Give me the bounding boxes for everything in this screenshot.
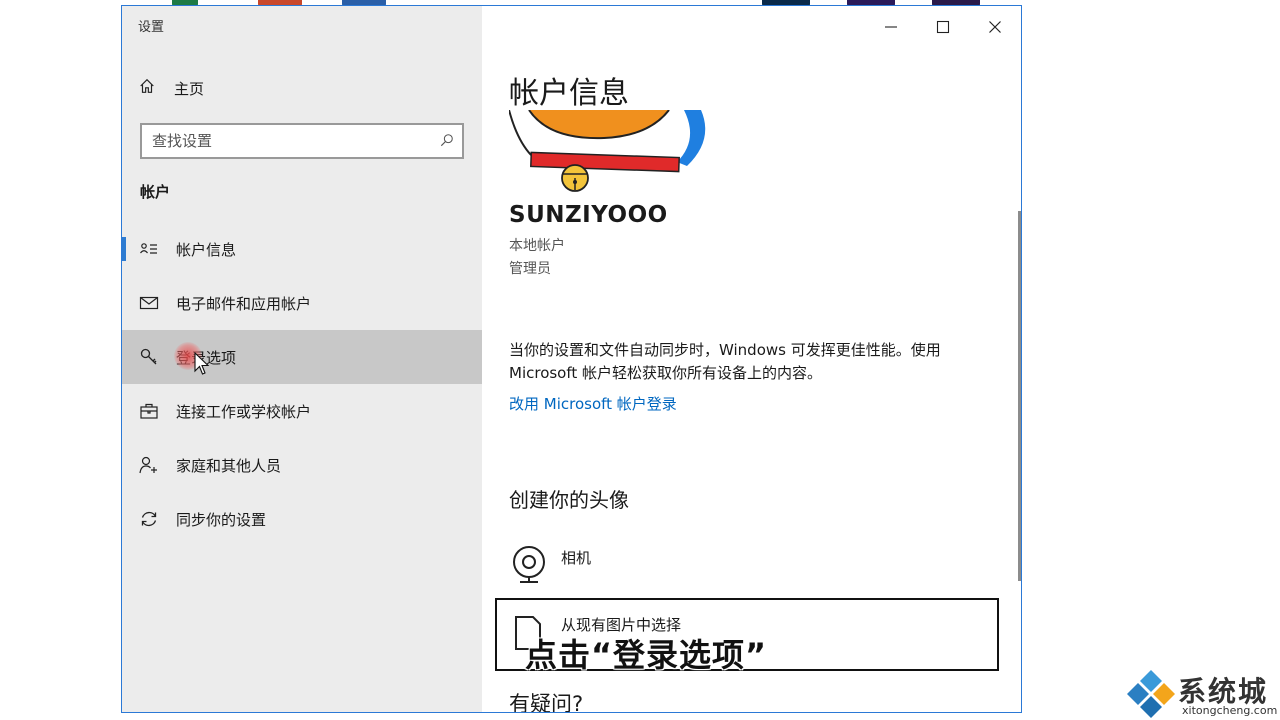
window-title: 设置 — [138, 20, 165, 35]
camera-option[interactable]: 相机 — [509, 544, 591, 588]
create-avatar-heading: 创建你的头像 — [509, 488, 629, 512]
maximize-icon — [936, 20, 950, 34]
main-content: 帐户信息 SUNZIYOOO 本地帐户 管理员 当你的设置和文件自动同步时，Wi… — [482, 6, 1021, 713]
mail-icon — [139, 293, 159, 313]
close-icon — [989, 21, 1001, 33]
account-role: 管理员 — [509, 261, 551, 277]
sidebar: 设置 主页 帐户 帐户信息 电子邮件和应用帐户 — [122, 6, 482, 712]
watermark: 系统城 xitongcheng.com — [1126, 666, 1278, 720]
camera-icon — [513, 546, 545, 583]
sidebar-item-sync[interactable]: 同步你的设置 — [122, 492, 482, 546]
sidebar-item-label: 连接工作或学校帐户 — [176, 402, 312, 421]
page-title: 帐户信息 — [509, 76, 629, 111]
help-heading: 有疑问? — [509, 692, 584, 713]
minimize-button[interactable] — [868, 12, 914, 42]
search-box[interactable] — [140, 123, 464, 159]
search-input[interactable] — [152, 132, 422, 150]
watermark-logo-icon — [1127, 670, 1175, 718]
sidebar-item-label: 电子邮件和应用帐户 — [176, 294, 312, 313]
minimize-icon — [885, 26, 897, 28]
account-info-icon — [139, 239, 159, 259]
sidebar-item-family[interactable]: 家庭和其他人员 — [122, 438, 482, 492]
user-avatar — [509, 110, 706, 192]
key-icon — [139, 347, 159, 367]
home-icon — [138, 77, 174, 99]
sync-icon — [139, 509, 159, 529]
sidebar-item-account-info[interactable]: 帐户信息 — [122, 222, 482, 276]
add-person-icon — [139, 455, 159, 475]
maximize-button[interactable] — [920, 12, 966, 42]
username: SUNZIYOOO — [509, 202, 668, 228]
sidebar-item-email-accounts[interactable]: 电子邮件和应用帐户 — [122, 276, 482, 330]
scrollbar[interactable] — [1018, 211, 1021, 581]
account-type: 本地帐户 — [509, 238, 565, 254]
sidebar-item-work-school[interactable]: 连接工作或学校帐户 — [122, 384, 482, 438]
settings-window: 设置 主页 帐户 帐户信息 电子邮件和应用帐户 — [121, 5, 1022, 713]
sidebar-item-sign-in-options[interactable]: 登录选项 — [122, 330, 482, 384]
camera-label: 相机 — [561, 549, 592, 567]
home-label: 主页 — [174, 79, 205, 98]
mouse-cursor-icon — [194, 352, 210, 375]
switch-to-microsoft-account-link[interactable]: 改用 Microsoft 帐户登录 — [509, 393, 677, 414]
sidebar-item-label: 同步你的设置 — [176, 510, 267, 529]
home-nav-item[interactable]: 主页 — [138, 76, 204, 100]
video-subtitle: 点击“登录选项” — [525, 636, 768, 674]
watermark-url: xitongcheng.com — [1182, 704, 1278, 717]
sync-description: 当你的设置和文件自动同步时，Windows 可发挥更佳性能。使用 Microso… — [509, 341, 941, 382]
sidebar-item-label: 家庭和其他人员 — [176, 456, 282, 475]
search-icon[interactable] — [440, 132, 454, 151]
briefcase-icon — [139, 401, 159, 421]
sidebar-item-label: 帐户信息 — [176, 240, 237, 259]
close-button[interactable] — [972, 12, 1018, 42]
section-title-accounts: 帐户 — [140, 183, 171, 201]
